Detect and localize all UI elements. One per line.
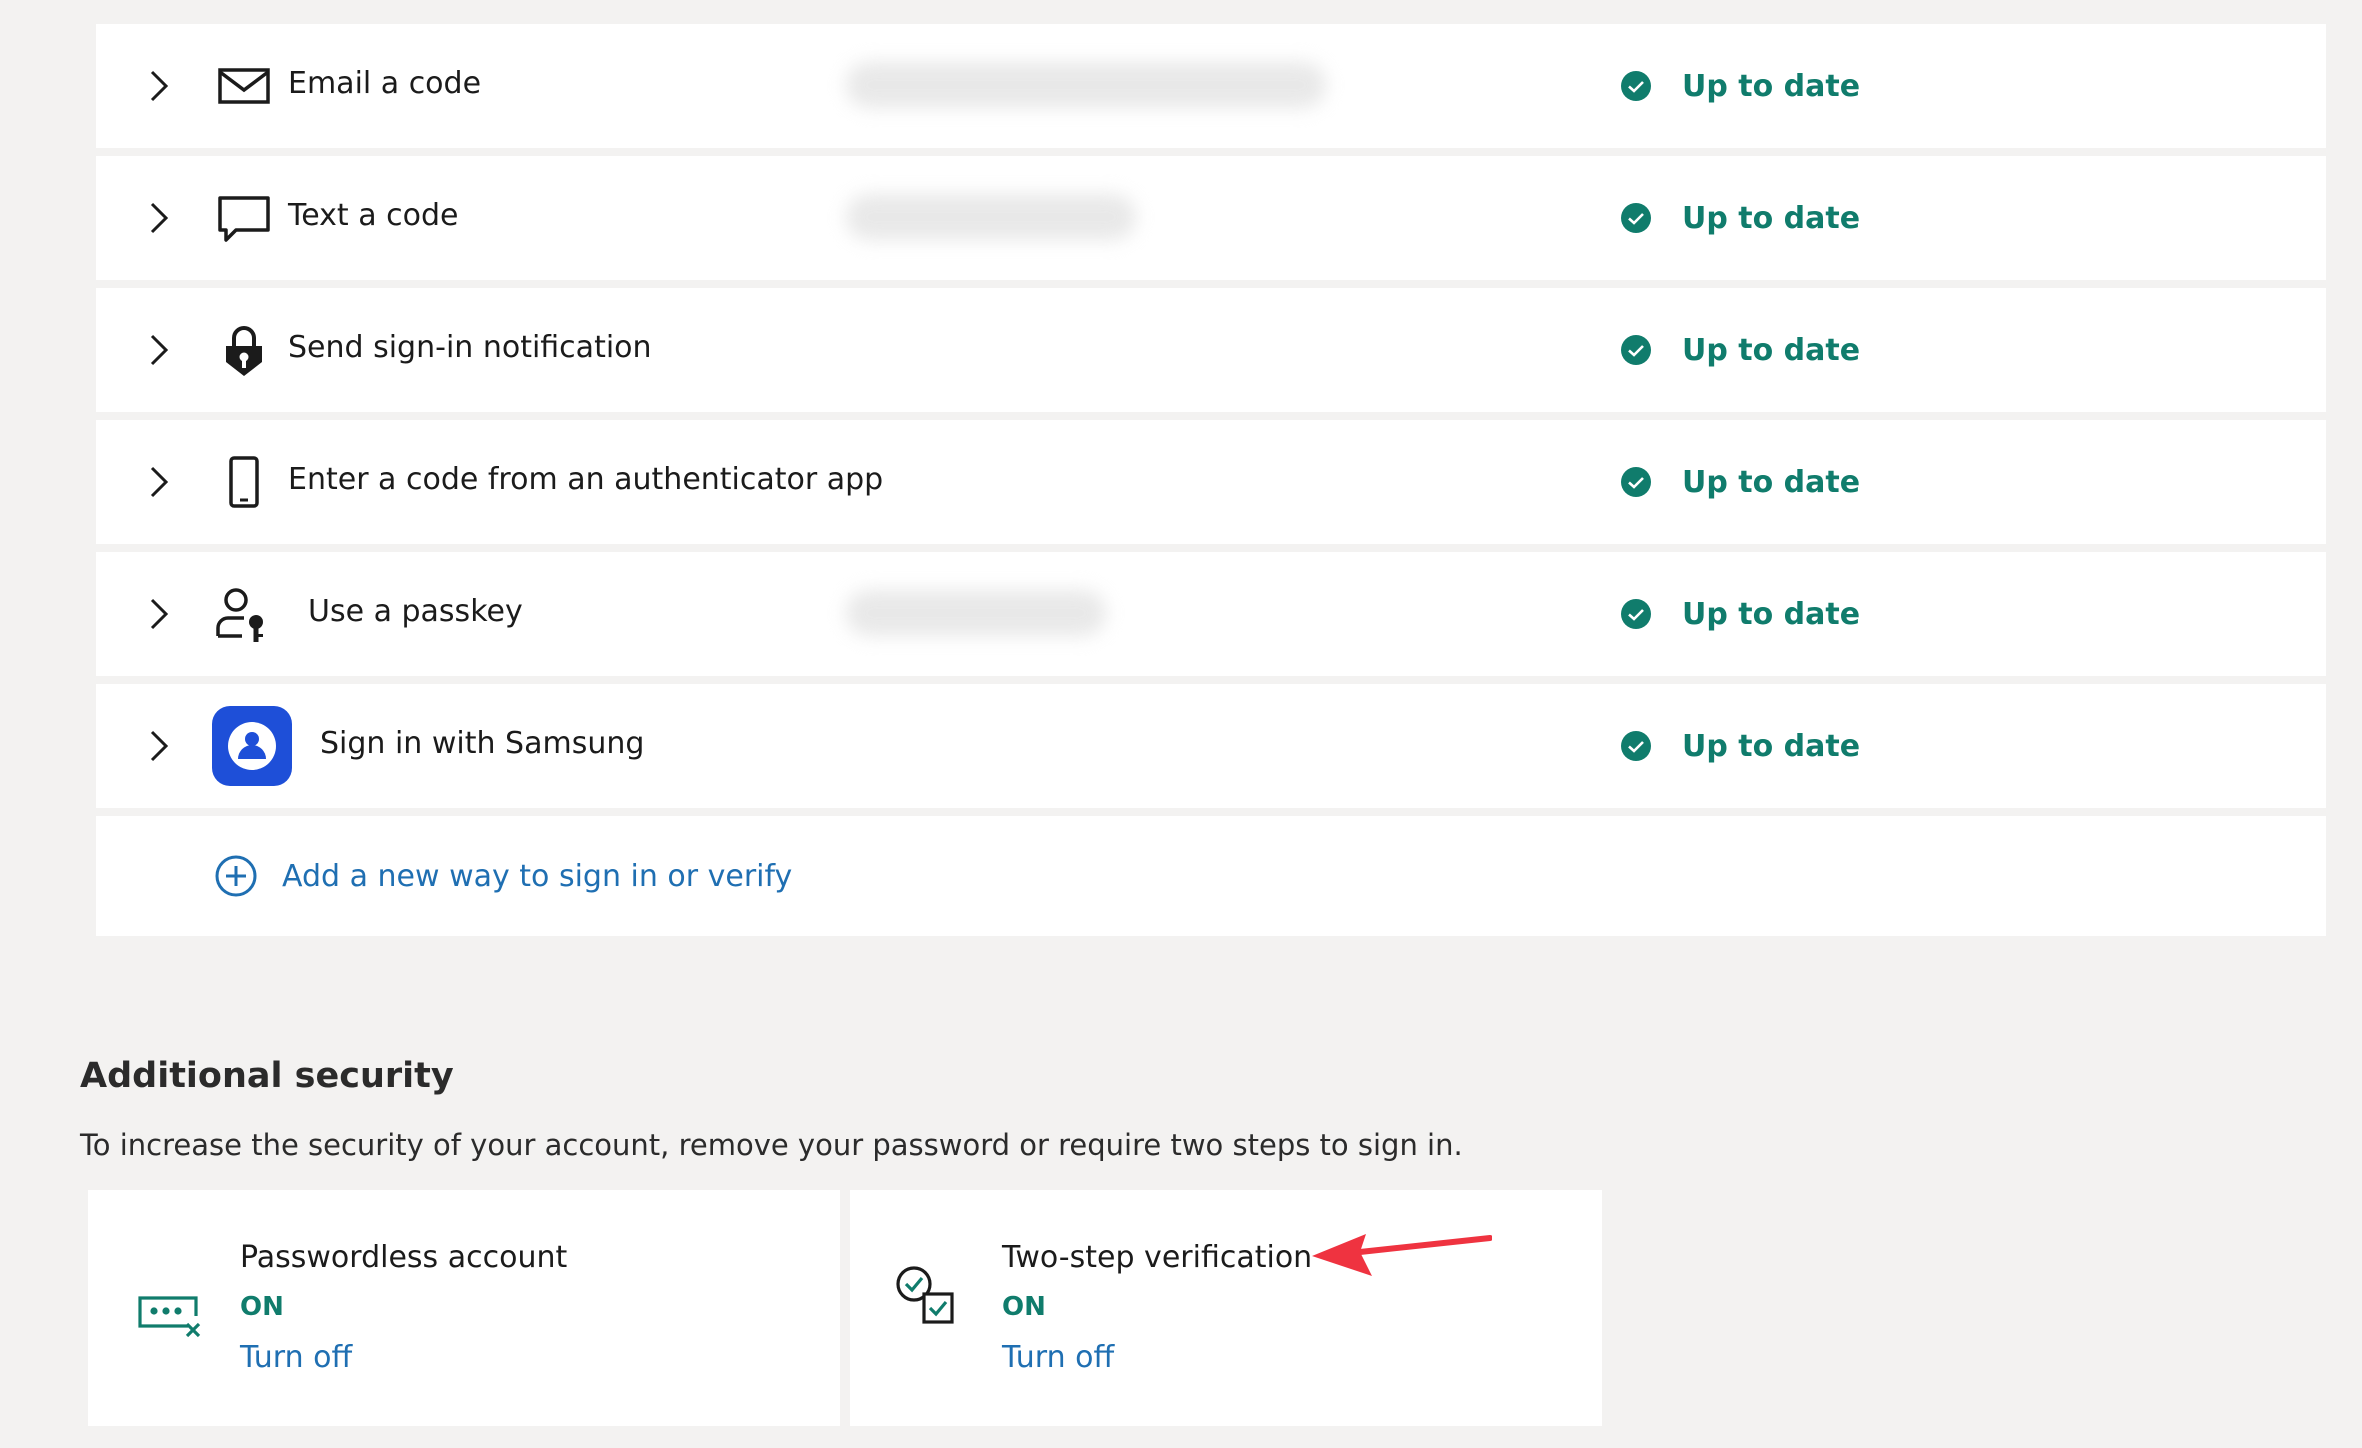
- card-title: Two-step verification: [1002, 1240, 1313, 1275]
- status-text: Up to date: [1682, 200, 1861, 236]
- method-label: Sign in with Samsung: [320, 726, 645, 761]
- method-row-authenticator[interactable]: Enter a code from an authenticator app U…: [96, 420, 2326, 544]
- check-circle-icon: [1621, 335, 1651, 365]
- chevron-right-icon[interactable]: [140, 332, 176, 368]
- method-row-samsung[interactable]: Sign in with Samsung Up to date: [96, 684, 2326, 808]
- redacted-value: [846, 590, 1106, 636]
- status-text: Up to date: [1682, 332, 1861, 368]
- status: Up to date: [1620, 592, 1860, 636]
- turn-off-link[interactable]: Turn off: [240, 1340, 352, 1375]
- check-circle-icon: [1621, 599, 1651, 629]
- check-circle-icon: [1621, 731, 1651, 761]
- passwordless-card: Passwordless account ON Turn off: [88, 1190, 840, 1426]
- method-label: Send sign-in notification: [288, 330, 652, 365]
- chevron-right-icon[interactable]: [140, 596, 176, 632]
- annotation-arrow-icon: [1312, 1234, 1492, 1276]
- method-row-text[interactable]: Text a code Up to date: [96, 156, 2326, 280]
- method-row-passkey[interactable]: Use a passkey Up to date: [96, 552, 2326, 676]
- chat-bubble-icon: [218, 196, 270, 242]
- check-circle-icon: [1621, 71, 1651, 101]
- status-text: Up to date: [1682, 596, 1861, 632]
- samsung-icon: [212, 706, 292, 786]
- card-state: ON: [240, 1292, 284, 1322]
- lock-icon: [226, 326, 262, 376]
- method-label: Email a code: [288, 66, 482, 101]
- add-method-row: Add a new way to sign in or verify: [96, 816, 2326, 936]
- page: Email a code Up to date Text a code Up t…: [0, 0, 2362, 1448]
- redacted-value: [846, 62, 1326, 108]
- method-row-email[interactable]: Email a code Up to date: [96, 24, 2326, 148]
- status: Up to date: [1620, 724, 1860, 768]
- add-method-label: Add a new way to sign in or verify: [282, 858, 793, 894]
- envelope-icon: [218, 68, 270, 104]
- redacted-value: [846, 194, 1136, 240]
- check-circle-icon: [1621, 467, 1651, 497]
- chevron-right-icon[interactable]: [140, 68, 176, 104]
- method-row-notification[interactable]: Send sign-in notification Up to date: [96, 288, 2326, 412]
- status-text: Up to date: [1682, 464, 1861, 500]
- chevron-right-icon[interactable]: [140, 200, 176, 236]
- sign-in-methods-list: Email a code Up to date Text a code Up t…: [96, 24, 2326, 936]
- status: Up to date: [1620, 64, 1860, 108]
- card-state: ON: [1002, 1292, 1046, 1322]
- chevron-right-icon[interactable]: [140, 728, 176, 764]
- status: Up to date: [1620, 460, 1860, 504]
- method-label: Text a code: [288, 198, 459, 233]
- two-step-check-icon: [896, 1266, 954, 1324]
- chevron-right-icon[interactable]: [140, 464, 176, 500]
- two-step-card: Two-step verification ON Turn off: [850, 1190, 1602, 1426]
- status: Up to date: [1620, 328, 1860, 372]
- plus-circle-icon: [215, 855, 257, 897]
- card-title: Passwordless account: [240, 1240, 568, 1275]
- password-dots-icon: [138, 1296, 201, 1338]
- status-text: Up to date: [1682, 68, 1861, 104]
- section-title: Additional security: [80, 1056, 454, 1096]
- method-label: Enter a code from an authenticator app: [288, 462, 884, 497]
- check-circle-icon: [1621, 203, 1651, 233]
- turn-off-link[interactable]: Turn off: [1002, 1340, 1114, 1375]
- add-method-link[interactable]: Add a new way to sign in or verify: [214, 854, 792, 898]
- section-description: To increase the security of your account…: [80, 1128, 1463, 1162]
- status-text: Up to date: [1682, 728, 1861, 764]
- phone-icon: [229, 456, 259, 508]
- status: Up to date: [1620, 196, 1860, 240]
- method-label: Use a passkey: [308, 594, 523, 629]
- person-key-icon: [216, 588, 263, 642]
